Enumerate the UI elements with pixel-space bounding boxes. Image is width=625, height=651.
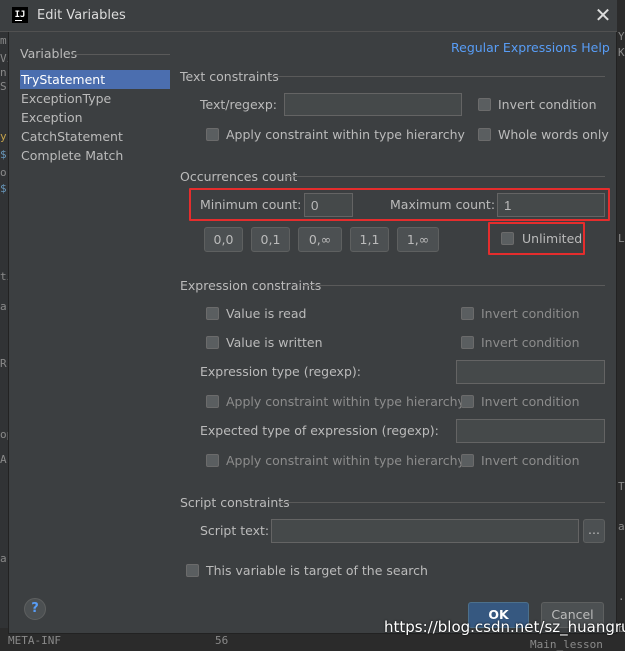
- invert-read-checkbox[interactable]: [461, 307, 474, 320]
- bg-fragment: META-INF: [8, 634, 61, 647]
- divider: [73, 54, 170, 55]
- bg-fragment: Y: [618, 30, 625, 43]
- occurrences-title: Occurrences count: [180, 169, 298, 184]
- expected-invert-checkbox[interactable]: [461, 454, 474, 467]
- unlimited-checkbox[interactable]: [501, 232, 514, 245]
- preset-1-1-button[interactable]: 1,1: [350, 227, 389, 252]
- regexp-label: Text/regexp:: [200, 97, 277, 112]
- preset-0-1-button[interactable]: 0,1: [251, 227, 290, 252]
- max-count-label: Maximum count:: [390, 197, 496, 212]
- bg-fragment: Main_lesson: [530, 638, 603, 651]
- expr-invert-checkbox[interactable]: [461, 395, 474, 408]
- apply-hierarchy-label: Apply constraint within type hierarchy: [226, 127, 465, 142]
- bg-fragment: m: [0, 34, 7, 47]
- expected-type-label: Expected type of expression (regexp):: [200, 423, 439, 438]
- dialog-title: Edit Variables: [37, 8, 126, 23]
- value-written-checkbox[interactable]: [206, 336, 219, 349]
- help-icon[interactable]: ?: [24, 598, 46, 620]
- whole-words-checkbox[interactable]: [478, 128, 491, 141]
- close-icon[interactable]: ✕: [593, 5, 613, 25]
- divider: [286, 176, 605, 177]
- expr-apply-hierarchy-label: Apply constraint within type hierarchy: [226, 394, 465, 409]
- invert-condition-checkbox[interactable]: [478, 98, 491, 111]
- expected-apply-hierarchy-checkbox[interactable]: [206, 454, 219, 467]
- intellij-app-icon: IJ: [12, 7, 28, 23]
- preset-0-0-button[interactable]: 0,0: [204, 227, 243, 252]
- expr-invert-label: Invert condition: [481, 394, 580, 409]
- unlimited-label: Unlimited: [522, 231, 583, 246]
- bg-fragment: L: [618, 232, 625, 245]
- watermark-url: https://blog.csdn.net/sz_huangrui: [384, 618, 625, 636]
- min-count-label: Minimum count:: [200, 197, 302, 212]
- apply-hierarchy-checkbox[interactable]: [206, 128, 219, 141]
- variable-item-exceptiontype[interactable]: ExceptionType: [20, 89, 170, 108]
- value-read-checkbox[interactable]: [206, 307, 219, 320]
- variable-item-complete-match[interactable]: Complete Match: [20, 146, 170, 165]
- expression-type-label: Expression type (regexp):: [200, 364, 361, 379]
- target-of-search-label: This variable is target of the search: [206, 563, 428, 578]
- invert-condition-label: Invert condition: [498, 97, 597, 112]
- script-constraints-title: Script constraints: [180, 495, 290, 510]
- expression-type-input[interactable]: [456, 360, 605, 384]
- expected-type-input[interactable]: [456, 419, 605, 443]
- variable-item-exception[interactable]: Exception: [20, 108, 170, 127]
- invert-written-label: Invert condition: [481, 335, 580, 350]
- text-constraints-title: Text constraints: [180, 69, 279, 84]
- bg-fragment: 56: [215, 634, 229, 647]
- expression-constraints-title: Expression constraints: [180, 278, 322, 293]
- background-ide-right: [617, 32, 625, 647]
- bg-fragment: n: [0, 66, 7, 79]
- bg-fragment: a: [0, 552, 7, 565]
- target-of-search-checkbox[interactable]: [186, 564, 199, 577]
- divider: [303, 285, 605, 286]
- bg-fragment: .: [618, 590, 625, 603]
- bg-fragment: a: [618, 520, 625, 533]
- invert-written-checkbox[interactable]: [461, 336, 474, 349]
- bg-fragment: T: [618, 480, 625, 493]
- expected-invert-label: Invert condition: [481, 453, 580, 468]
- preset-1-inf-button[interactable]: 1,∞: [397, 227, 439, 252]
- divider: [279, 502, 605, 503]
- expected-apply-hierarchy-label: Apply constraint within type hierarchy: [226, 453, 465, 468]
- min-count-input[interactable]: [304, 193, 353, 217]
- browse-script-button[interactable]: ...: [583, 519, 605, 543]
- bg-fragment: o: [0, 166, 7, 179]
- variable-item-trystatement[interactable]: TryStatement: [20, 70, 170, 89]
- bg-fragment: y: [0, 130, 7, 143]
- bg-fragment: a: [0, 300, 7, 313]
- invert-read-label: Invert condition: [481, 306, 580, 321]
- bg-fragment: $: [0, 182, 7, 195]
- regexp-input[interactable]: [284, 93, 462, 116]
- max-count-input[interactable]: [497, 193, 605, 217]
- preset-0-inf-button[interactable]: 0,∞: [298, 227, 342, 252]
- bg-fragment: $: [0, 148, 7, 161]
- divider: [270, 76, 605, 77]
- regex-help-link[interactable]: Regular Expressions Help: [451, 40, 610, 55]
- value-read-label: Value is read: [226, 306, 307, 321]
- bg-fragment: S: [0, 80, 7, 93]
- bg-fragment: A: [0, 453, 7, 466]
- variables-title: Variables: [20, 46, 78, 61]
- bg-fragment: R: [0, 357, 7, 370]
- bg-fragment: K: [618, 46, 625, 59]
- variable-item-catchstatement[interactable]: CatchStatement: [20, 127, 170, 146]
- whole-words-label: Whole words only: [498, 127, 609, 142]
- script-text-input[interactable]: [271, 519, 579, 543]
- value-written-label: Value is written: [226, 335, 323, 350]
- script-text-label: Script text:: [200, 523, 270, 538]
- expr-apply-hierarchy-checkbox[interactable]: [206, 395, 219, 408]
